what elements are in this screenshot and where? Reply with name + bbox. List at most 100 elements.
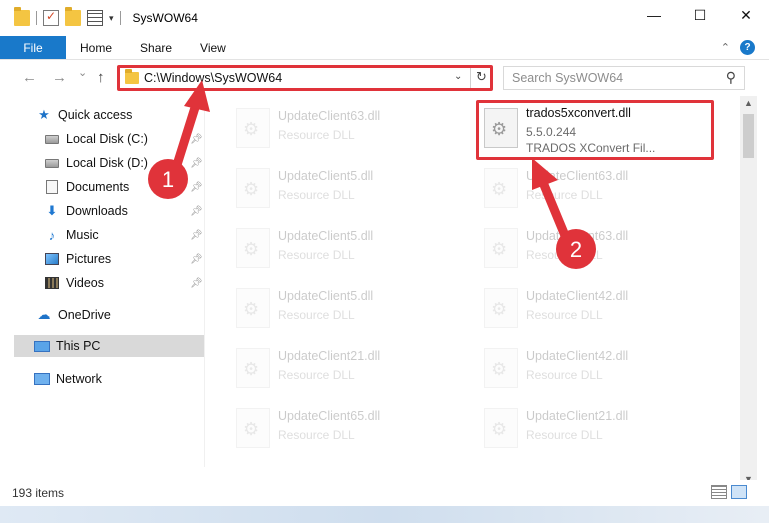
- gear-icon: ⚙: [243, 299, 260, 319]
- sidebar-item-local-disk-d[interactable]: Local Disk (D:): [44, 152, 148, 174]
- recent-locations-icon[interactable]: ⌄: [78, 66, 87, 79]
- view-icon[interactable]: [87, 10, 103, 26]
- sidebar-item-label: Music: [66, 228, 99, 242]
- divider: [470, 68, 471, 88]
- pin-icon[interactable]: 📌︎: [190, 134, 203, 145]
- list-item[interactable]: ⚙ UpdateClient63.dll Resource DLL: [228, 100, 458, 156]
- address-bar[interactable]: C:\Windows\SysWOW64 ⌄ ↻: [117, 65, 493, 91]
- list-item[interactable]: ⚙ UpdateClient63.dll Resource DLL: [476, 220, 706, 276]
- new-folder-icon[interactable]: [65, 7, 81, 26]
- tab-view[interactable]: View: [186, 36, 240, 59]
- pin-icon[interactable]: 📌︎: [190, 206, 203, 217]
- gear-icon: ⚙: [243, 419, 260, 439]
- sidebar-item-music[interactable]: ♪ Music: [44, 224, 99, 246]
- chevron-up-icon[interactable]: ⌃: [721, 41, 730, 54]
- sidebar-item-local-disk-c[interactable]: Local Disk (C:): [44, 128, 148, 150]
- gear-icon: ⚙: [243, 119, 260, 139]
- gear-icon: ⚙: [243, 179, 260, 199]
- vertical-scrollbar[interactable]: ▲ ▼: [740, 96, 757, 486]
- file-icon: ⚙: [236, 168, 270, 208]
- sidebar-item-quick-access[interactable]: ★ Quick access: [36, 104, 132, 126]
- customize-toolbar-icon[interactable]: ▾: [109, 13, 114, 24]
- file-name: UpdateClient21.dll: [278, 349, 381, 363]
- chevron-down-icon[interactable]: ⌄: [454, 71, 462, 82]
- file-type: Resource DLL: [526, 308, 603, 322]
- scroll-up-icon[interactable]: ▲: [744, 98, 753, 108]
- search-icon[interactable]: ⚲: [726, 69, 736, 86]
- list-item[interactable]: ⚙ UpdateClient21.dll Resource DLL: [228, 340, 458, 396]
- navigation-bar: ← → ⌄ ↑ C:\Windows\SysWOW64 ⌄ ↻ Search S…: [0, 60, 769, 96]
- pictures-icon: [45, 253, 59, 265]
- list-item[interactable]: ⚙ UpdateClient5.dll Resource DLL: [228, 160, 458, 216]
- pin-icon[interactable]: 📌︎: [190, 230, 203, 241]
- file-name: UpdateClient42.dll: [526, 289, 629, 303]
- file-name: UpdateClient21.dll: [526, 409, 629, 423]
- sidebar-item-downloads[interactable]: ⬇ Downloads: [44, 200, 128, 222]
- minimize-button[interactable]: —: [631, 0, 677, 30]
- gear-icon: ⚙: [491, 239, 508, 259]
- details-view-icon[interactable]: [711, 485, 727, 499]
- drive-icon: [45, 158, 59, 168]
- maximize-button[interactable]: ☐: [677, 0, 723, 30]
- gear-icon: ⚙: [491, 179, 508, 199]
- pin-icon[interactable]: 📌︎: [190, 182, 203, 193]
- sidebar-item-pictures[interactable]: Pictures: [44, 248, 111, 270]
- file-icon: ⚙: [484, 288, 518, 328]
- search-input[interactable]: Search SysWOW64: [512, 71, 623, 85]
- file-name: UpdateClient63.dll: [526, 169, 629, 183]
- properties-icon[interactable]: [43, 9, 59, 26]
- back-arrow-icon[interactable]: ←: [22, 69, 37, 86]
- list-item[interactable]: ⚙ UpdateClient21.dll Resource DLL: [476, 400, 706, 456]
- drive-icon: [45, 134, 59, 144]
- search-box[interactable]: Search SysWOW64 ⚲: [503, 66, 745, 90]
- file-type: Resource DLL: [278, 368, 355, 382]
- file-icon: ⚙: [484, 348, 518, 388]
- gear-icon: ⚙: [491, 299, 508, 319]
- file-list: ⚙ UpdateClient63.dll Resource DLL ⚙ trad…: [206, 96, 740, 467]
- sidebar-item-label: Local Disk (D:): [66, 156, 148, 170]
- tab-home[interactable]: Home: [66, 36, 126, 59]
- sidebar-item-label: Downloads: [66, 204, 128, 218]
- documents-icon: [46, 180, 58, 194]
- refresh-icon[interactable]: ↻: [476, 69, 487, 85]
- list-item[interactable]: ⚙ UpdateClient5.dll Resource DLL: [228, 220, 458, 276]
- file-name: UpdateClient5.dll: [278, 169, 374, 183]
- title-bar: ▾ SysWOW64 — ☐ ✕: [0, 0, 769, 36]
- sidebar-item-this-pc[interactable]: This PC: [14, 335, 204, 357]
- up-arrow-icon[interactable]: ↑: [97, 69, 105, 86]
- forward-arrow-icon[interactable]: →: [52, 69, 67, 86]
- sidebar-item-onedrive[interactable]: ☁ OneDrive: [36, 304, 111, 326]
- pin-icon[interactable]: 📌︎: [190, 278, 203, 289]
- this-pc-icon: [34, 340, 50, 352]
- sidebar-item-videos[interactable]: Videos: [44, 272, 104, 294]
- address-path[interactable]: C:\Windows\SysWOW64: [144, 71, 282, 85]
- sidebar-item-label: This PC: [56, 339, 101, 353]
- sidebar-item-network[interactable]: Network: [34, 368, 102, 390]
- pin-icon[interactable]: 📌︎: [190, 158, 203, 169]
- file-icon: ⚙: [236, 408, 270, 448]
- list-item[interactable]: ⚙ UpdateClient42.dll Resource DLL: [476, 280, 706, 336]
- sidebar-item-label: Quick access: [58, 108, 133, 122]
- list-item[interactable]: ⚙ UpdateClient42.dll Resource DLL: [476, 340, 706, 396]
- list-item[interactable]: ⚙ UpdateClient5.dll Resource DLL: [228, 280, 458, 336]
- tab-share[interactable]: Share: [126, 36, 186, 59]
- close-button[interactable]: ✕: [723, 0, 769, 30]
- sidebar-item-documents[interactable]: Documents: [44, 176, 129, 198]
- file-name: UpdateClient42.dll: [526, 349, 629, 363]
- file-name: UpdateClient65.dll: [278, 409, 381, 423]
- large-icons-view-icon[interactable]: [731, 485, 747, 499]
- scrollbar-thumb[interactable]: [743, 114, 754, 158]
- file-icon: ⚙: [236, 288, 270, 328]
- list-item[interactable]: ⚙ UpdateClient65.dll Resource DLL: [228, 400, 458, 456]
- folder-icon: [125, 69, 139, 84]
- list-item[interactable]: ⚙ UpdateClient63.dll Resource DLL: [476, 160, 706, 216]
- status-bar: 193 items: [0, 480, 769, 506]
- downloads-icon: ⬇: [46, 203, 58, 218]
- file-name: UpdateClient63.dll: [526, 229, 629, 243]
- file-name: UpdateClient5.dll: [278, 229, 374, 243]
- help-icon[interactable]: ?: [740, 40, 755, 55]
- tab-file[interactable]: File: [0, 36, 66, 59]
- pin-icon[interactable]: 📌︎: [190, 254, 203, 265]
- network-icon: [34, 373, 50, 385]
- sidebar-item-label: Videos: [66, 276, 104, 290]
